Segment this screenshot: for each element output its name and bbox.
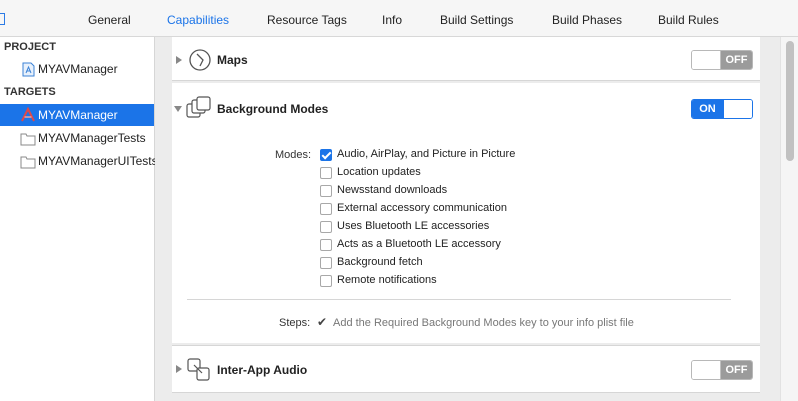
mode-option-label: Uses Bluetooth LE accessories xyxy=(337,220,490,232)
mode-checkbox[interactable] xyxy=(320,275,332,287)
toggle-knob xyxy=(692,361,721,379)
tab-capabilities[interactable]: Capabilities xyxy=(167,13,229,27)
background-modes-disclosure-icon[interactable] xyxy=(174,106,182,112)
tab-build-rules[interactable]: Build Rules xyxy=(658,13,719,27)
vertical-scrollbar[interactable] xyxy=(780,37,798,401)
scrollbar-thumb[interactable] xyxy=(786,41,794,161)
tab-build-phases[interactable]: Build Phases xyxy=(552,13,622,27)
project-section-header: PROJECT xyxy=(4,41,56,53)
sidebar-item-target-uitests[interactable]: MYAVManagerUITests xyxy=(0,150,158,172)
tab-info[interactable]: Info xyxy=(382,13,402,27)
inter-app-audio-disclosure-icon[interactable] xyxy=(176,365,182,373)
mode-checkbox[interactable] xyxy=(320,203,332,215)
tab-build-settings[interactable]: Build Settings xyxy=(440,13,513,27)
mode-checkbox[interactable] xyxy=(320,221,332,233)
targets-section-header: TARGETS xyxy=(4,86,56,98)
sidebar-item-label: MYAVManagerUITests xyxy=(38,154,158,168)
mode-checkbox[interactable] xyxy=(320,257,332,269)
tab-general[interactable]: General xyxy=(88,13,131,27)
sidebar-item-label: MYAVManager xyxy=(38,62,118,76)
modes-label: Modes: xyxy=(275,149,312,161)
background-modes-toggle[interactable]: ON xyxy=(691,99,753,119)
capabilities-pane: Maps OFF Background Modes ON Modes: Audi… xyxy=(155,37,798,401)
toggle-state-label: ON xyxy=(692,100,723,118)
mode-option-label: Audio, AirPlay, and Picture in Picture xyxy=(337,148,516,160)
project-target-sidebar: PROJECT MYAVManager TARGETS MYAVManager … xyxy=(0,37,158,401)
maps-disclosure-icon[interactable] xyxy=(176,56,182,64)
mode-checkbox[interactable] xyxy=(320,239,332,251)
mode-option-label: External accessory communication xyxy=(337,202,507,214)
tab-resource-tags[interactable]: Resource Tags xyxy=(267,13,347,27)
toggle-knob xyxy=(723,100,752,118)
toggle-knob xyxy=(692,51,721,69)
maps-icon xyxy=(188,48,212,75)
mode-checkbox[interactable] xyxy=(320,185,332,197)
sidebar-item-target-tests[interactable]: MYAVManagerTests xyxy=(0,127,154,149)
toggle-state-label: OFF xyxy=(721,361,752,379)
capability-inter-app-audio: Inter-App Audio OFF xyxy=(172,345,760,393)
mode-option-label: Remote notifications xyxy=(337,274,437,286)
toggle-state-label: OFF xyxy=(721,51,752,69)
inter-app-audio-icon xyxy=(186,357,212,386)
mode-checkbox[interactable] xyxy=(320,149,332,161)
mode-option-label: Newsstand downloads xyxy=(337,184,448,196)
inter-app-audio-title: Inter-App Audio xyxy=(217,363,308,377)
sidebar-item-project[interactable]: MYAVManager xyxy=(0,58,154,80)
steps-label: Steps: xyxy=(279,317,311,329)
mode-option-label: Acts as a Bluetooth LE accessory xyxy=(337,238,501,250)
maps-toggle[interactable]: OFF xyxy=(691,50,753,70)
mode-option-label: Location updates xyxy=(337,166,421,178)
sidebar-item-target-myavmanager[interactable]: MYAVManager xyxy=(0,104,154,126)
mode-option-label: Background fetch xyxy=(337,256,423,268)
editor-tab-bar: General Capabilities Resource Tags Info … xyxy=(0,0,798,37)
folder-icon xyxy=(20,154,36,176)
background-modes-icon xyxy=(186,96,212,123)
project-file-icon xyxy=(22,62,35,84)
capability-maps: Maps OFF xyxy=(172,37,760,81)
steps-divider xyxy=(187,299,731,300)
project-navigator-toggle-icon[interactable] xyxy=(0,13,5,25)
maps-title: Maps xyxy=(217,53,248,67)
steps-check-icon: ✔ xyxy=(317,315,328,329)
capability-background-modes: Background Modes ON Modes: Audio, AirPla… xyxy=(172,83,760,343)
sidebar-item-label: MYAVManager xyxy=(38,108,118,122)
mode-checkbox[interactable] xyxy=(320,167,332,179)
sidebar-item-label: MYAVManagerTests xyxy=(38,131,146,145)
inter-app-audio-toggle[interactable]: OFF xyxy=(691,360,753,380)
background-modes-title: Background Modes xyxy=(217,102,329,116)
steps-text: Add the Required Background Modes key to… xyxy=(333,317,634,329)
